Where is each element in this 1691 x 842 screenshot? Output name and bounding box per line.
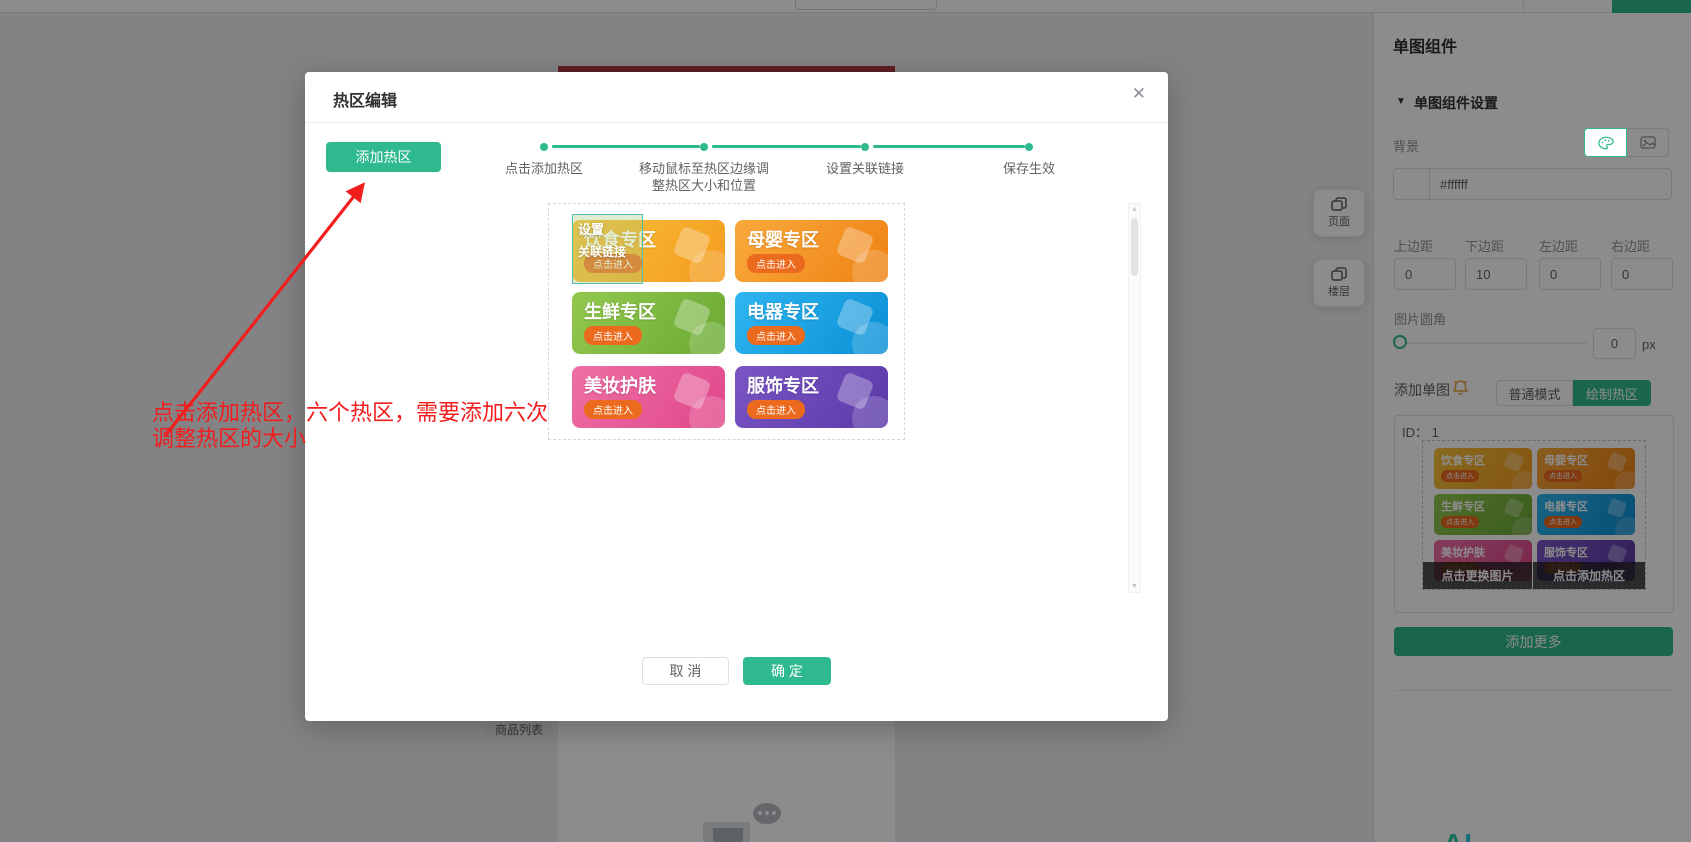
tile-title: 美妆护肤 [584,372,656,398]
step-label-1: 点击添加热区 [464,160,624,177]
step-label-4: 保存生效 [969,160,1089,177]
tile-title: 服饰专区 [747,372,819,398]
tile-badge: 点击进入 [584,400,642,419]
tile-badge: 点击进入 [747,254,805,273]
tile-appliance[interactable]: 电器专区 点击进入 [735,292,888,354]
scroll-up-icon[interactable]: ▲ [1129,206,1140,213]
step-dot-3 [861,143,869,151]
tile-fresh[interactable]: 生鲜专区 点击进入 [572,292,725,354]
step-label-3: 设置关联链接 [785,160,945,177]
tile-title: 电器专区 [747,298,819,324]
tile-clothes[interactable]: 服饰专区 点击进入 [735,366,888,428]
step-dot-1 [540,143,548,151]
confirm-button[interactable]: 确 定 [743,657,831,685]
step-dot-2 [700,143,708,151]
modal-title: 热区编辑 [333,87,397,111]
scroll-down-icon[interactable]: ▼ [1129,583,1140,590]
add-hotspot-button[interactable]: 添加热区 [326,142,441,172]
tile-badge: 点击进入 [747,400,805,419]
step-line-2 [712,145,861,148]
modal-header-divider [305,122,1168,123]
close-icon[interactable]: ✕ [1132,84,1146,104]
annotation-line-2: 调整热区的大小 [152,421,306,453]
tile-baby[interactable]: 母婴专区 点击进入 [735,220,888,282]
tile-title: 生鲜专区 [584,298,656,324]
cancel-button[interactable]: 取 消 [642,657,729,685]
background-color-mode-button[interactable] [1584,128,1627,157]
step-line-3 [873,145,1025,148]
step-line-1 [552,145,700,148]
hotspot-overlay-line1[interactable]: 设置 [578,219,604,238]
tile-title: 母婴专区 [747,226,819,252]
step-dot-4 [1025,143,1033,151]
tile-badge: 点击进入 [747,326,805,345]
tile-beauty[interactable]: 美妆护肤 点击进入 [572,366,725,428]
hotspot-region-box[interactable]: 设置 关联链接 [572,214,643,284]
page-builder-screen: 商品列表 页面 楼层 单图组件 ▼ 单图组件设置 背景 #ffffff 上边距 … [0,0,1691,842]
modal-scrollbar[interactable]: ▲ ▼ [1128,203,1141,593]
tile-badge: 点击进入 [584,326,642,345]
palette-icon [1598,136,1614,150]
hotspot-overlay-line2[interactable]: 关联链接 [578,243,626,260]
scrollbar-thumb[interactable] [1131,218,1138,276]
step-label-2: 移动鼠标至热区边缘调整热区大小和位置 [634,160,774,194]
